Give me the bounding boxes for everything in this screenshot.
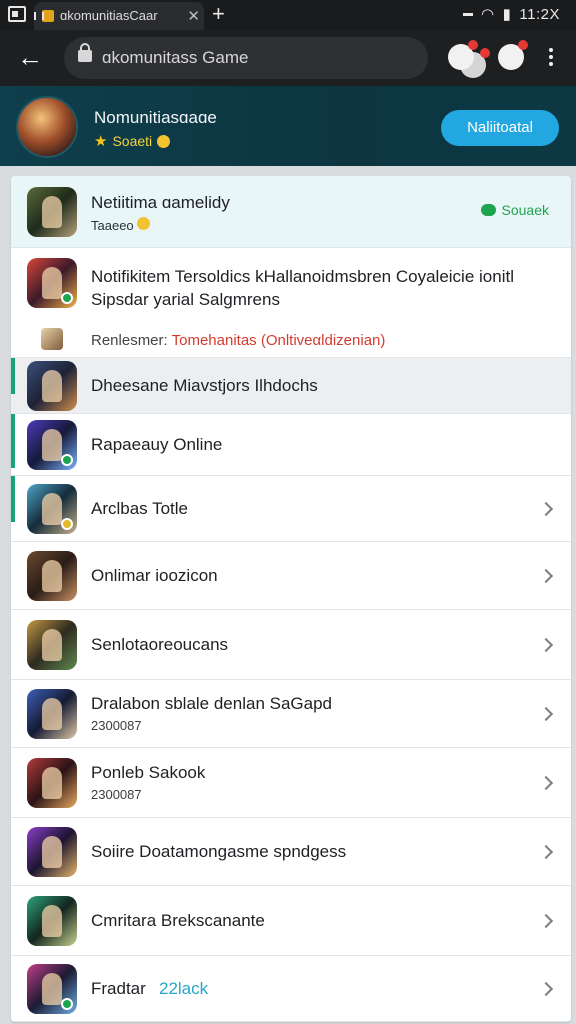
featured-subtitle: Taaeeo [91,217,151,233]
list-item-title: Onlimar ioozicon [91,566,218,585]
game-icon [27,420,77,470]
notification-dot [518,40,528,50]
unread-indicator [11,358,15,394]
game-icon [27,758,77,808]
game-icon [27,964,77,1014]
unread-indicator [11,476,15,522]
chevron-right-icon[interactable] [538,775,554,791]
list-item[interactable]: Onlimar ioozicon [11,542,571,610]
community-header: Nomunitiasɑaɑe ★ Soaeti Naliitoatal [0,86,576,166]
chat-icon [480,204,496,216]
tab-title: ɑkomunitiasCaar [60,8,158,23]
profile-icon[interactable] [448,40,478,70]
star-icon: ★ [94,133,108,150]
list-item-title: Soiire Doatamongasme spndgess [91,842,347,861]
list-item-title: Fradtar [91,979,146,998]
browser-toolbar: ← ɑkomunitass Game [0,30,576,86]
community-title: Nomunitiasɑaɑe [94,108,217,127]
url-text: ɑkomunitass Game [102,48,249,67]
list-item-title: Cmritara Brekscanante [91,911,265,930]
list-item-title: Rapaeauy Online [91,435,223,454]
system-tray: ◠ ▮ 11:2X [463,5,560,23]
tab-close-button[interactable]: ✕ [187,7,200,25]
chevron-right-icon[interactable] [538,568,554,584]
chevron-right-icon[interactable] [538,981,554,997]
game-icon [27,258,77,308]
game-icon [27,484,77,534]
list-item-title: Dheesane Miavstjors Ilhdochs [91,376,318,395]
community-subtitle: ★ Soaeti [94,132,171,150]
lock-icon [78,43,92,62]
chevron-right-icon[interactable] [538,637,554,653]
notification-line-1: Notifikitem Tersoldics kHallanoidmsbren … [91,267,514,286]
list-item[interactable]: Arclbas Totle [11,476,571,542]
unread-indicator [11,414,15,468]
online-status: Souaek [480,202,549,218]
game-icon [27,896,77,946]
clock: 11:2X [519,5,560,23]
game-icon [27,620,77,670]
list-item-title: Arclbas Totle [91,499,189,518]
smiley-icon [157,134,171,148]
chevron-right-icon[interactable] [538,706,554,722]
list-item[interactable]: Cmritara Brekscanante [11,886,571,956]
list-item-subtitle: 2300087 [91,787,142,802]
notification-item[interactable]: Notifikitem Tersoldics kHallanoidmsbren … [11,248,571,358]
list-item[interactable]: Dralabon sblale denlan SaGapd 2300087 [11,680,571,748]
more-menu-button[interactable] [548,48,554,68]
game-icon [27,361,77,411]
list-item[interactable]: Senlotaoreoucans [11,610,571,680]
notification-dot [468,40,478,50]
list-item-subtitle: 2300087 [91,718,142,733]
list-item[interactable]: Soiire Doatamongasme spndgess [11,818,571,886]
minus-icon [463,12,474,16]
smiley-icon [137,217,151,230]
game-icon [27,689,77,739]
list-item-title: Dralabon sblale denlan SaGapd [91,694,333,713]
chevron-right-icon[interactable] [538,844,554,860]
game-icon [27,187,77,237]
chevron-right-icon[interactable] [538,913,554,929]
wifi-icon: ◠ [481,6,495,23]
content-card: Netiitima ɑamelidy Taaeeo Souaek Notifik… [11,176,571,1022]
screenshot-icon [8,6,26,22]
notification-dot [480,48,490,58]
list-item[interactable]: Ponleb Sakook 2300087 [11,748,571,818]
address-bar[interactable]: ɑkomunitass Game [64,37,490,79]
tab-favicon-icon [34,10,54,22]
list-item-title: Senlotaoreoucans [91,635,229,654]
community-subtitle-text: Soaeti [112,133,153,149]
notifications-icon[interactable] [498,40,528,70]
reminder-text: Renlesmer: Tomehanitas (Onltiveαldizenia… [91,332,386,349]
featured-item[interactable]: Netiitima ɑamelidy Taaeeo Souaek [11,176,571,248]
user-thumbnail [41,328,63,350]
reminder-link[interactable]: Tomehanitas (Onltiveαldizenian) [172,332,386,349]
list-item[interactable]: Fradtar 22lack [11,956,571,1022]
featured-title: Netiitima ɑamelidy [91,193,230,212]
game-icon [27,827,77,877]
status-bar: ɑkomunitiasCaar ✕ + ◠ ▮ 11:2X [0,0,576,30]
browser-tab[interactable]: ɑkomunitiasCaar ✕ [34,2,204,30]
header-action-button[interactable]: Naliitoatal [441,110,559,146]
community-avatar [16,96,78,158]
list-item[interactable]: Rapaeauy Online [11,414,571,476]
new-tab-button[interactable]: + [212,2,225,26]
chevron-right-icon[interactable] [538,501,554,517]
list-item-title: Ponleb Sakook [91,763,206,782]
back-button[interactable]: ← [14,42,46,74]
notification-line-2: Sipsdar yarial Salgmrens [91,290,280,309]
list-item[interactable]: Dheesane Miavstjors Ilhdochs [11,358,571,414]
list-item-tag: 22lack [159,979,209,998]
game-icon [27,551,77,601]
signal-icon: ▮ [502,6,512,23]
online-status-label: Souaek [501,202,549,218]
